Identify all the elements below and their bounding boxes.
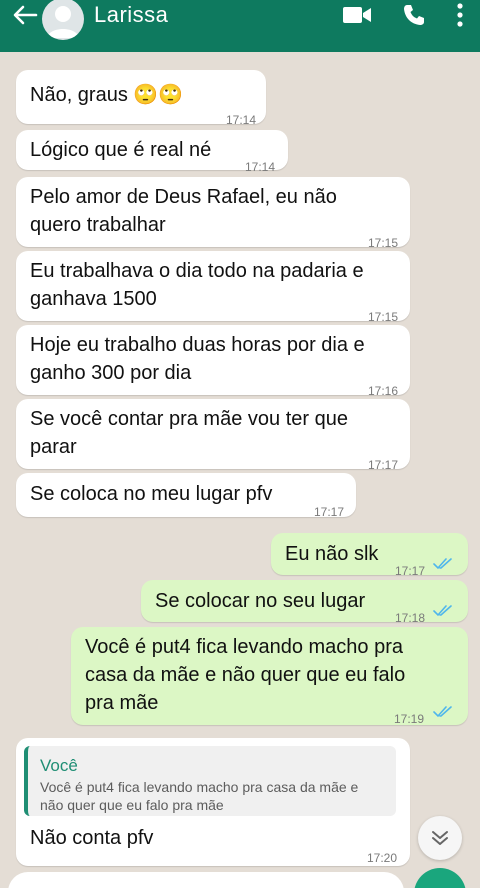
message-bubble[interactable]: Eu trabalhava o dia todo na padaria e ga… — [16, 251, 410, 324]
message-bubble[interactable]: Lógico que é real né 17:14 — [16, 130, 288, 174]
reply-message-bubble[interactable]: Você Você é put4 fica levando macho pra … — [16, 738, 410, 866]
back-button[interactable] — [8, 0, 42, 30]
header-actions — [342, 0, 464, 30]
message-text: Você é put4 fica levando macho pra casa … — [85, 636, 406, 714]
chat-header: Larissa — [0, 0, 480, 52]
quoted-author: Você — [40, 756, 78, 775]
message-text: Não, graus 🙄🙄 — [30, 84, 184, 106]
phone-icon[interactable] — [402, 3, 426, 27]
message-input[interactable] — [8, 872, 404, 888]
message-bubble[interactable]: Se você contar pra mãe vou ter que parar… — [16, 399, 410, 472]
read-receipt-icon — [433, 558, 452, 570]
message-bubble[interactable]: Eu não slk 17:17 — [271, 533, 468, 578]
message-bubble[interactable]: Se coloca no meu lugar pfv 17:17 — [16, 473, 356, 519]
quoted-text: Você é put4 fica levando macho pra casa … — [40, 779, 359, 813]
video-call-icon[interactable] — [342, 5, 372, 25]
message-text: Se colocar no seu lugar — [155, 590, 366, 612]
scroll-to-bottom-button[interactable] — [418, 816, 462, 860]
message-text: Pelo amor de Deus Rafael, eu não quero t… — [30, 186, 337, 236]
message-list: Não, graus 🙄🙄 17:14 Lógico que é real né… — [0, 60, 480, 888]
default-avatar-icon — [47, 6, 79, 38]
message-bubble[interactable]: Se colocar no seu lugar 17:18 — [141, 580, 468, 625]
message-text: Se você contar pra mãe vou ter que parar — [30, 408, 348, 458]
message-text: Se coloca no meu lugar pfv — [30, 483, 273, 505]
message-text: Eu trabalhava o dia todo na padaria e ga… — [30, 260, 364, 310]
back-arrow-icon — [13, 5, 38, 25]
message-time: 17:19 — [394, 712, 425, 726]
read-receipt-icon — [433, 605, 452, 617]
message-text: Lógico que é real né — [30, 139, 212, 161]
message-bubble[interactable]: Hoje eu trabalho duas horas por dia e ga… — [16, 325, 410, 398]
contact-name[interactable]: Larissa — [94, 2, 168, 28]
message-bubble[interactable]: Você é put4 fica levando macho pra casa … — [71, 627, 468, 726]
read-receipt-icon — [433, 706, 452, 718]
message-time: 17:17 — [314, 505, 345, 519]
message-bubble[interactable]: Não, graus 🙄🙄 17:14 — [16, 70, 266, 127]
message-text: Não conta pfv — [30, 827, 154, 849]
more-options-icon[interactable] — [456, 2, 464, 28]
double-chevron-down-icon — [432, 831, 448, 845]
quoted-message[interactable]: Você Você é put4 fica levando macho pra … — [24, 746, 396, 816]
message-time: 17:17 — [368, 458, 399, 472]
message-time: 17:20 — [367, 851, 398, 865]
message-text: Eu não slk — [285, 543, 379, 565]
message-bubble[interactable]: Pelo amor de Deus Rafael, eu não quero t… — [16, 177, 410, 250]
message-text: Hoje eu trabalho duas horas por dia e ga… — [30, 334, 365, 384]
avatar[interactable] — [42, 0, 84, 40]
